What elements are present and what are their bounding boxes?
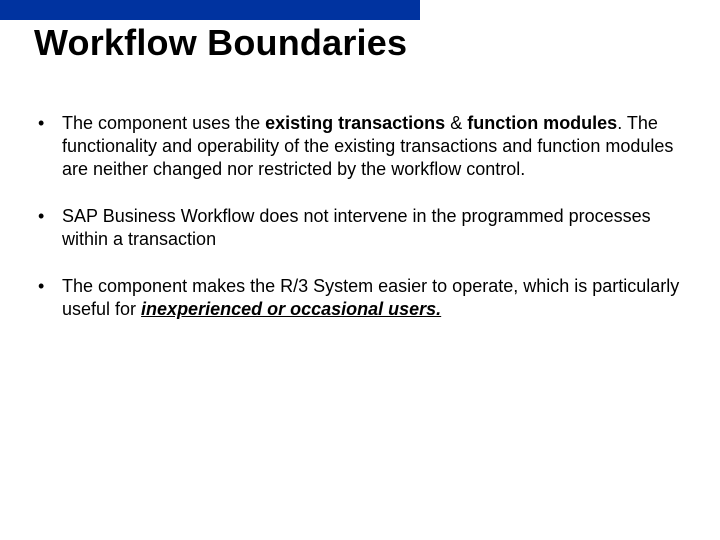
list-item: The component uses the existing transact…: [34, 112, 684, 181]
bullet-text: SAP Business Workflow does not intervene…: [62, 206, 651, 249]
bullet-list: The component uses the existing transact…: [34, 112, 684, 321]
slide: Workflow Boundaries The component uses t…: [0, 0, 720, 540]
list-item: The component makes the R/3 System easie…: [34, 275, 684, 321]
bullet-bold-existing-transactions: existing transactions: [265, 113, 445, 133]
list-item: SAP Business Workflow does not intervene…: [34, 205, 684, 251]
bullet-emphasis-inexperienced-users: inexperienced or occasional users.: [141, 299, 441, 319]
bullet-text: The component uses the: [62, 113, 265, 133]
header-accent-bar: [0, 0, 420, 20]
bullet-text: &: [445, 113, 467, 133]
bullet-bold-function-modules: function modules: [467, 113, 617, 133]
slide-title: Workflow Boundaries: [34, 22, 407, 64]
slide-body: The component uses the existing transact…: [34, 112, 684, 345]
